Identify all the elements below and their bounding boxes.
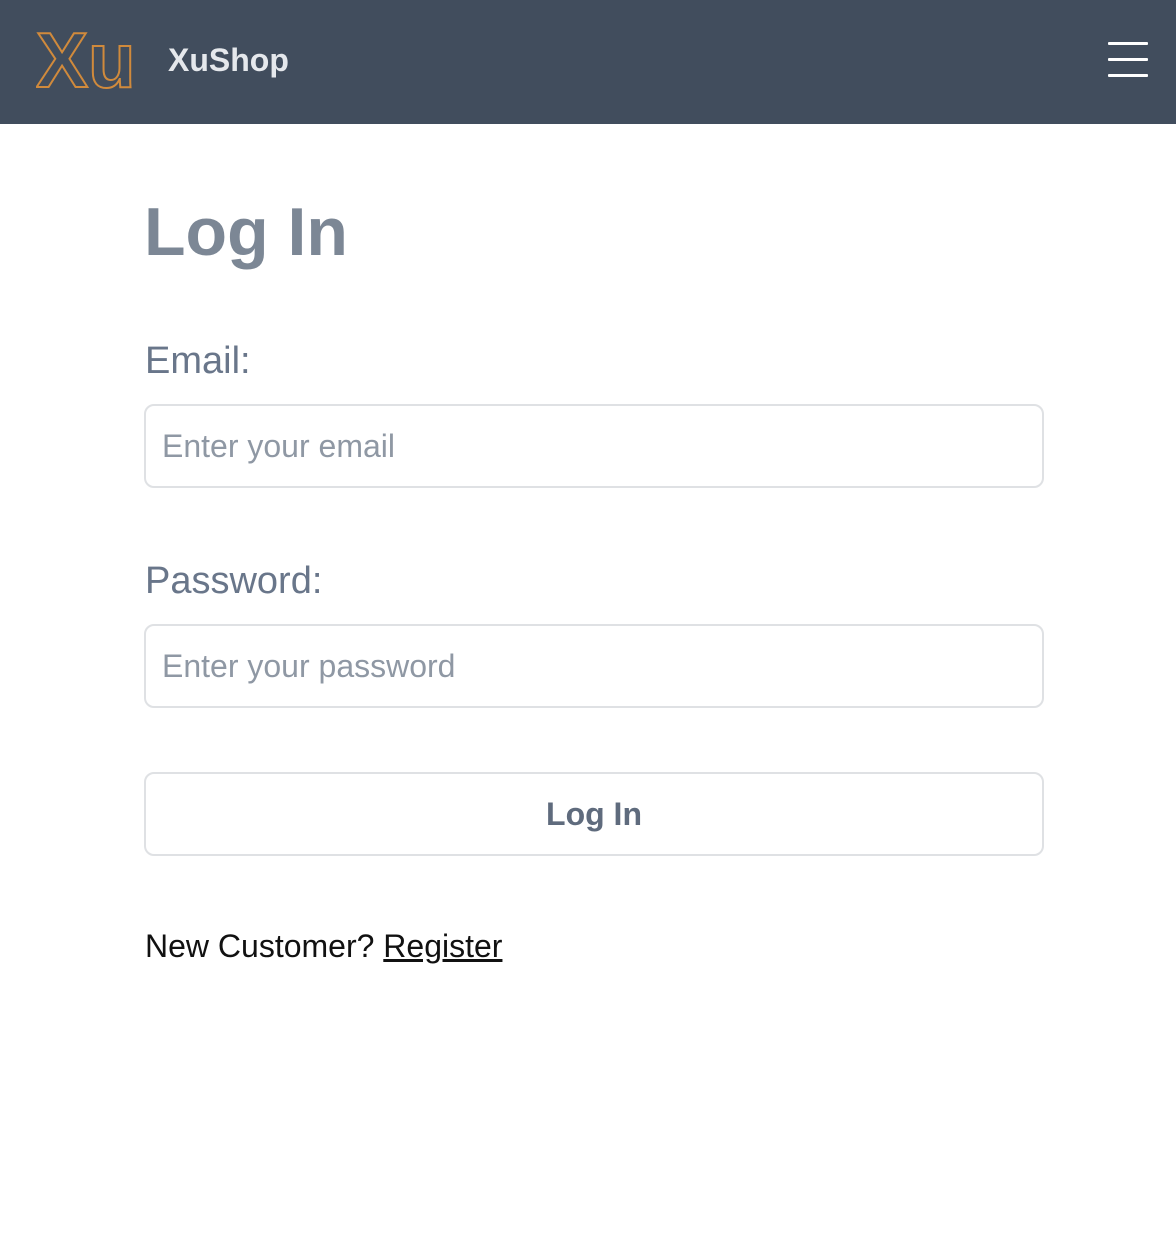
logo-text: Xu [36, 22, 134, 92]
menu-bar-top [1108, 42, 1148, 45]
hamburger-menu-icon[interactable] [1104, 38, 1152, 80]
password-label: Password: [145, 560, 323, 602]
page-title: Log In [144, 194, 348, 270]
top-navbar: Xu XuShop [0, 0, 1176, 124]
login-button[interactable]: Log In [144, 772, 1044, 856]
register-prompt: New Customer? [145, 928, 375, 964]
register-link[interactable]: Register [383, 928, 502, 964]
email-field[interactable] [144, 404, 1044, 488]
register-row: New Customer? Register [145, 926, 502, 966]
brand-name[interactable]: XuShop [168, 40, 289, 80]
menu-bar-bottom [1108, 74, 1148, 77]
menu-bar-middle [1108, 58, 1148, 61]
xushop-logo[interactable]: Xu [36, 22, 134, 92]
email-label: Email: [145, 340, 251, 382]
password-field[interactable] [144, 624, 1044, 708]
